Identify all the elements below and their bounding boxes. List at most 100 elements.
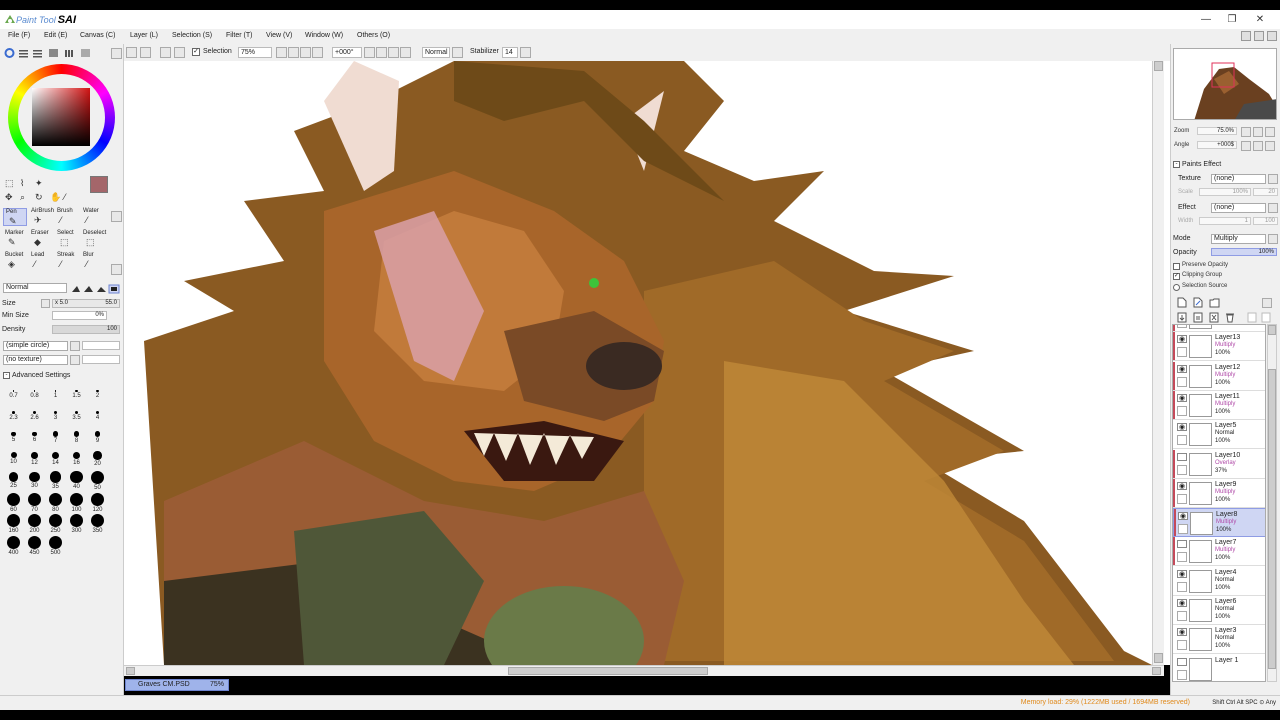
nav-zoom-reset-button[interactable] <box>1265 127 1275 137</box>
layer-lock-toggle[interactable] <box>1177 325 1187 328</box>
layer-row[interactable]: ◉ Layer13 Multiply 100% <box>1173 332 1265 362</box>
size-slider[interactable]: x 5.0 55.0 <box>52 299 120 308</box>
delete-layer-icon[interactable] <box>1225 312 1235 323</box>
vscroll-up-arrow[interactable] <box>1154 61 1163 71</box>
nav-zoom-slider[interactable]: 75.0% <box>1197 127 1237 135</box>
intermediate-color-tab-icon[interactable] <box>80 48 91 58</box>
zoom-reset-button[interactable] <box>300 47 311 58</box>
brush-shape-select[interactable]: (simple circle) <box>3 341 68 351</box>
layer-lock-toggle[interactable] <box>1178 524 1188 535</box>
layer-row[interactable]: ◉ Layer9 Multiply 100% <box>1173 478 1265 508</box>
nav-zoom-out-button[interactable] <box>1241 127 1251 137</box>
brush-size-preset[interactable]: 1.5 <box>66 385 87 407</box>
brush-size-preset[interactable]: 0.7 <box>3 385 24 407</box>
doc-minimize-button[interactable] <box>1241 31 1251 41</box>
brush-size-preset[interactable]: 60 <box>3 492 24 515</box>
min-size-slider[interactable]: 0% <box>52 311 107 320</box>
deselect-button[interactable] <box>160 47 171 58</box>
stabilizer-select[interactable]: 14 <box>502 47 518 58</box>
menu-others[interactable]: Others (O) <box>357 32 390 39</box>
layer-visibility-eye-icon[interactable]: ◉ <box>1177 481 1187 490</box>
rotate-tool-icon[interactable]: ↻ <box>35 192 43 203</box>
brush-size-preset[interactable]: 30 <box>24 471 45 493</box>
brush-size-preset[interactable]: 350 <box>87 514 108 536</box>
brush-size-preset[interactable]: 0.8 <box>24 385 45 407</box>
layer-visibility-eye-icon[interactable]: ◉ <box>1177 364 1187 373</box>
brush-size-preset[interactable]: 12 <box>24 450 45 472</box>
strength-slider[interactable]: 20 <box>1253 188 1278 196</box>
layer-panel-menu-button[interactable] <box>1262 298 1272 308</box>
layer-option-b-icon[interactable] <box>1261 312 1271 323</box>
selection-checkbox[interactable]: ✓ <box>192 48 200 56</box>
nav-zoom-in-button[interactable] <box>1253 127 1263 137</box>
density-slider[interactable]: 100 <box>52 325 120 334</box>
layer-visibility-eye-icon[interactable] <box>1177 540 1187 549</box>
layer-mode-dropdown-button[interactable] <box>1268 234 1278 244</box>
scratchpad-tab-icon[interactable] <box>64 48 75 58</box>
layer-visibility-eye-icon[interactable]: ◉ <box>1177 393 1187 402</box>
tool-slot-marker[interactable]: Marker ✎ <box>3 230 27 248</box>
tool-slot-blur[interactable]: Blur ⁄ <box>81 252 105 270</box>
brush-size-preset[interactable]: 3 <box>45 407 66 429</box>
layer-scroll-thumb[interactable] <box>1268 369 1276 669</box>
lasso-icon[interactable]: ⌇ <box>20 178 24 189</box>
navigator-preview[interactable] <box>1173 48 1277 120</box>
layer-list-scrollbar[interactable] <box>1267 324 1277 682</box>
layer-visibility-eye-icon[interactable]: ◉ <box>1178 512 1188 521</box>
clear-layer-icon[interactable] <box>1209 312 1219 323</box>
layer-visibility-eye-icon[interactable]: ◉ <box>1177 569 1187 578</box>
rect-select-icon[interactable]: ⬚ <box>5 178 14 189</box>
layer-row[interactable]: ◉ Layer11 Multiply 100% <box>1173 390 1265 420</box>
nav-rotate-left-button[interactable] <box>1241 141 1251 151</box>
color-wheel-tab-icon[interactable] <box>4 48 15 58</box>
panel-close-button[interactable] <box>111 48 122 59</box>
paints-effect-toggle[interactable]: - <box>1173 161 1180 168</box>
menu-layer[interactable]: Layer (L) <box>130 32 158 39</box>
brush-size-preset[interactable]: 50 <box>87 471 108 493</box>
layer-opacity-slider[interactable]: 100% <box>1211 248 1277 256</box>
brush-size-preset[interactable]: 35 <box>45 471 66 493</box>
menu-view[interactable]: View (V) <box>266 32 292 39</box>
nav-angle-slider[interactable]: +000$ <box>1197 141 1237 149</box>
layer-lock-toggle[interactable] <box>1177 581 1187 592</box>
selection-source-checkbox[interactable] <box>1173 284 1180 291</box>
flip-button[interactable] <box>400 47 411 58</box>
brush-size-preset[interactable]: 4 <box>87 407 108 429</box>
brush-size-preset[interactable]: 2.6 <box>24 407 45 429</box>
brush-size-preset[interactable]: 10 <box>3 450 24 472</box>
tool-grid-scroll-down[interactable] <box>111 264 122 275</box>
new-linework-layer-icon[interactable] <box>1193 297 1203 308</box>
clipping-group-checkbox[interactable]: ✓ <box>1173 273 1180 280</box>
brush-size-preset[interactable]: 500 <box>45 535 66 558</box>
layer-lock-toggle[interactable] <box>1177 376 1187 387</box>
preserve-opacity-checkbox[interactable] <box>1173 263 1180 270</box>
brush-size-preset[interactable]: 400 <box>3 535 24 558</box>
tool-slot-select[interactable]: Select ⬚ <box>55 230 79 248</box>
brush-size-preset[interactable]: 100 <box>66 492 87 515</box>
foreground-color-swatch[interactable] <box>90 176 108 193</box>
zoom-fit-button[interactable] <box>312 47 323 58</box>
brush-size-preset[interactable]: 2 <box>87 385 108 407</box>
effect-dropdown-button[interactable] <box>1268 203 1278 213</box>
brush-tip-shapes[interactable] <box>70 283 120 294</box>
menu-edit[interactable]: Edit (E) <box>44 32 67 39</box>
layer-visibility-eye-icon[interactable]: ◉ <box>1177 423 1187 432</box>
brush-size-preset[interactable]: 8 <box>66 428 87 450</box>
blend-mode-select[interactable]: Normal <box>422 47 450 58</box>
stabilizer-dropdown-button[interactable] <box>520 47 531 58</box>
brush-size-preset[interactable]: 14 <box>45 450 66 472</box>
layer-lock-toggle[interactable] <box>1177 552 1187 563</box>
nav-rotate-reset-button[interactable] <box>1265 141 1275 151</box>
layer-row[interactable]: ◉ Layer5 Normal 100% <box>1173 420 1265 450</box>
menu-filter[interactable]: Filter (T) <box>226 32 252 39</box>
layer-option-a-icon[interactable] <box>1247 312 1257 323</box>
effect-select[interactable]: (none) <box>1211 203 1266 213</box>
saturation-value-square[interactable] <box>32 88 90 146</box>
tool-grid-scroll-up[interactable] <box>111 211 122 222</box>
brush-size-preset[interactable]: 3.5 <box>66 407 87 429</box>
width-max-slider[interactable]: 100 <box>1253 217 1278 225</box>
tool-slot-water[interactable]: Water ⁄ <box>81 208 105 226</box>
layer-lock-toggle[interactable] <box>1177 669 1187 680</box>
layer-row[interactable]: ◉ Layer4 Normal 100% <box>1173 566 1265 596</box>
brush-size-preset[interactable]: 120 <box>87 492 108 515</box>
